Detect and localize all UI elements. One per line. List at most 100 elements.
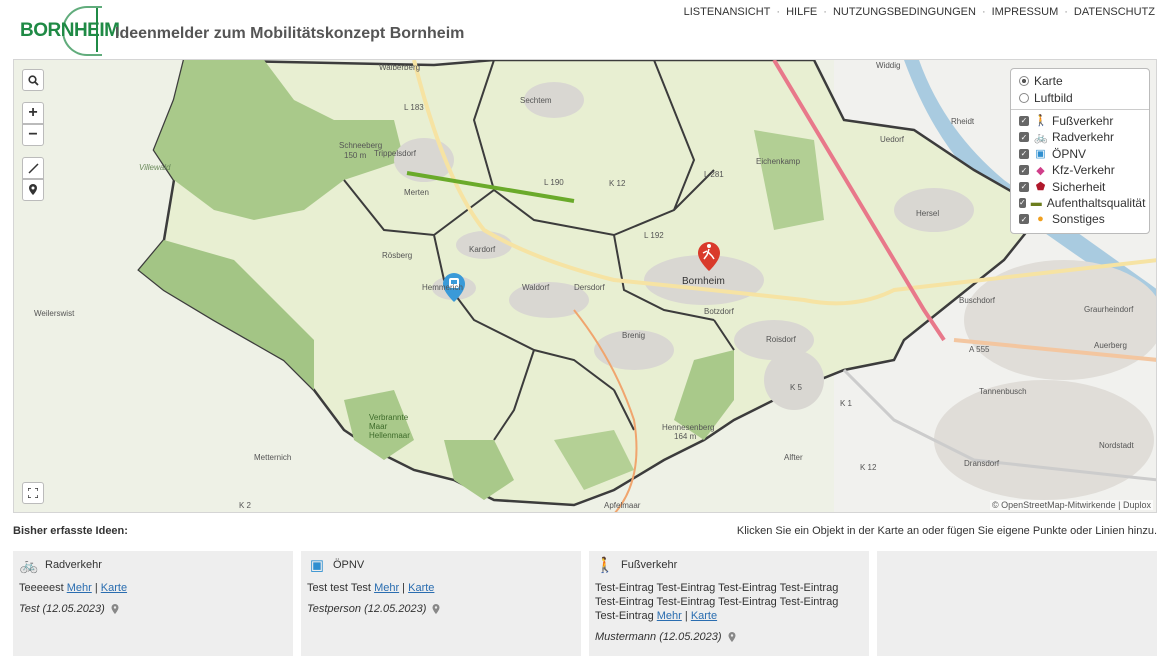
idea-card: 🚶 Fußverkehr Test-Eintrag Test-Eintrag Te… (589, 551, 869, 656)
map-link[interactable]: Karte (408, 582, 434, 594)
map-canvas[interactable]: Walberberg Sechtem Widdig Rheidt Trippel… (14, 60, 1157, 513)
ideas-heading: Bisher erfasste Ideen: (13, 525, 128, 537)
more-link[interactable]: Mehr (67, 582, 92, 594)
svg-text:Brenig: Brenig (622, 331, 645, 340)
svg-text:L 281: L 281 (704, 170, 724, 179)
checkbox-kfz[interactable]: ✓ (1019, 165, 1029, 176)
map-hint: Klicken Sie ein Objekt in der Karte an o… (736, 525, 1157, 537)
svg-text:K 2: K 2 (239, 501, 252, 510)
card-text: Test test Test (307, 582, 371, 594)
card-category: Radverkehr (45, 559, 102, 571)
overlay-radverkehr[interactable]: ✓ 🚲 Radverkehr (1019, 129, 1141, 145)
label-sicherheit: Sicherheit (1052, 179, 1106, 194)
map-search-button[interactable] (22, 69, 44, 91)
svg-text:Uedorf: Uedorf (880, 135, 905, 144)
svg-text:Merten: Merten (404, 188, 429, 197)
nav-listenansicht[interactable]: LISTENANSICHT (684, 6, 771, 18)
svg-text:Auerberg: Auerberg (1094, 341, 1127, 350)
svg-text:Hennesenberg: Hennesenberg (662, 423, 714, 432)
overlay-fussverkehr[interactable]: ✓ 🚶 Fußverkehr (1019, 113, 1141, 129)
base-layer-karte[interactable]: Karte (1019, 73, 1141, 89)
more-link[interactable]: Mehr (374, 582, 399, 594)
overlay-kfz[interactable]: ✓ ◆ Kfz-Verkehr (1019, 162, 1141, 178)
nav-hilfe[interactable]: HILFE (786, 6, 817, 18)
shield-icon: ⬟ (1035, 181, 1046, 194)
nav-datenschutz[interactable]: DATENSCHUTZ (1074, 6, 1155, 18)
checkbox-aufenthalt[interactable]: ✓ (1019, 197, 1026, 208)
svg-text:Trippelsdorf: Trippelsdorf (374, 149, 417, 158)
nav-impressum[interactable]: IMPRESSUM (992, 6, 1059, 18)
overlay-sicherheit[interactable]: ✓ ⬟ Sicherheit (1019, 178, 1141, 194)
overlay-sonstiges[interactable]: ✓ ● Sonstiges (1019, 211, 1141, 227)
svg-text:150 m: 150 m (344, 151, 367, 160)
radio-karte[interactable] (1019, 76, 1029, 87)
site-header: BORNHEIM Ideenmelder zum Mobilitätskonze… (0, 0, 1170, 58)
card-author-date: Test (12.05.2023) (19, 603, 105, 615)
svg-text:Weilerswist: Weilerswist (34, 309, 75, 318)
zoom-out-button[interactable]: − (22, 124, 44, 146)
svg-text:L 190: L 190 (544, 178, 564, 187)
bicycle-icon: 🚲 (1034, 131, 1048, 144)
layer-divider (1011, 108, 1149, 110)
svg-text:Eichenkamp: Eichenkamp (756, 157, 801, 166)
location-icon[interactable] (111, 604, 119, 614)
bornheim-logo[interactable]: BORNHEIM (20, 6, 120, 56)
pedestrian-icon: 🚶 (1034, 115, 1048, 128)
pedestrian-icon: 🚶 (595, 557, 615, 574)
svg-text:Apfelmaar: Apfelmaar (604, 501, 641, 510)
svg-text:Metternich: Metternich (254, 453, 291, 462)
fullscreen-button[interactable] (22, 482, 44, 504)
label-luftbild: Luftbild (1034, 90, 1073, 105)
label-fussverkehr: Fußverkehr (1052, 113, 1114, 128)
zoom-in-button[interactable]: + (22, 102, 44, 124)
location-icon[interactable] (432, 604, 440, 614)
checkbox-sonstiges[interactable]: ✓ (1019, 214, 1029, 225)
overlay-oepnv[interactable]: ✓ ▣ ÖPNV (1019, 146, 1141, 162)
svg-text:Nordstadt: Nordstadt (1099, 441, 1134, 450)
map-attribution[interactable]: © OpenStreetMap-Mitwirkende | Duplox (989, 500, 1153, 510)
svg-text:Hersel: Hersel (916, 209, 939, 218)
svg-text:Waldorf: Waldorf (522, 283, 550, 292)
label-karte: Karte (1034, 74, 1063, 89)
svg-text:Kardorf: Kardorf (469, 245, 496, 254)
label-sonstiges: Sonstiges (1052, 212, 1105, 227)
radio-luftbild[interactable] (1019, 92, 1029, 103)
checkbox-fussverkehr[interactable]: ✓ (1019, 115, 1029, 126)
svg-text:Schneeberg: Schneeberg (339, 141, 382, 150)
checkbox-radverkehr[interactable]: ✓ (1019, 132, 1029, 143)
bus-icon: ▣ (309, 557, 325, 574)
logo-wordmark: BORNHEIM (20, 20, 120, 41)
label-aufenthalt: Aufenthaltsqualität (1046, 195, 1146, 210)
map-view[interactable]: Walberberg Sechtem Widdig Rheidt Trippel… (13, 59, 1157, 513)
svg-text:K 12: K 12 (609, 179, 626, 188)
overlay-aufenthalt[interactable]: ✓ ▬ Aufenthaltsqualität (1019, 195, 1145, 211)
svg-text:L 183: L 183 (404, 103, 424, 112)
label-radverkehr: Radverkehr (1052, 130, 1115, 145)
svg-text:Graurheindorf: Graurheindorf (1084, 305, 1134, 314)
bench-icon: ▬ (1030, 196, 1042, 209)
idea-card: 🚲 Radverkehr Teeeeest Mehr | Karte Test (… (13, 551, 293, 656)
svg-text:Verbrannte: Verbrannte (369, 413, 409, 422)
more-link[interactable]: Mehr (657, 610, 682, 622)
nav-nutzungsbedingungen[interactable]: NUTZUNGSBEDINGUNGEN (833, 6, 976, 18)
svg-text:Walberberg: Walberberg (379, 63, 420, 72)
card-category: ÖPNV (333, 559, 365, 571)
svg-text:Hellenmaar: Hellenmaar (369, 431, 410, 440)
svg-text:Rheidt: Rheidt (951, 117, 975, 126)
svg-text:Roisdorf: Roisdorf (766, 335, 797, 344)
draw-line-button[interactable] (22, 157, 44, 179)
label-kfz: Kfz-Verkehr (1052, 163, 1115, 178)
svg-text:Alfter: Alfter (784, 453, 803, 462)
checkbox-oepnv[interactable]: ✓ (1019, 148, 1029, 159)
map-link[interactable]: Karte (691, 610, 717, 622)
svg-text:L 192: L 192 (644, 231, 664, 240)
base-layer-luftbild[interactable]: Luftbild (1019, 89, 1141, 105)
location-icon[interactable] (728, 632, 736, 642)
map-link[interactable]: Karte (101, 582, 127, 594)
layer-switcher: Karte Luftbild ✓ 🚶 Fußverkehr ✓ 🚲 Radverkehr… (1010, 68, 1150, 234)
draw-point-button[interactable] (22, 179, 44, 201)
search-icon (27, 74, 39, 86)
checkbox-sicherheit[interactable]: ✓ (1019, 181, 1029, 192)
svg-text:K 12: K 12 (860, 463, 877, 472)
svg-text:164 m: 164 m (674, 432, 697, 441)
